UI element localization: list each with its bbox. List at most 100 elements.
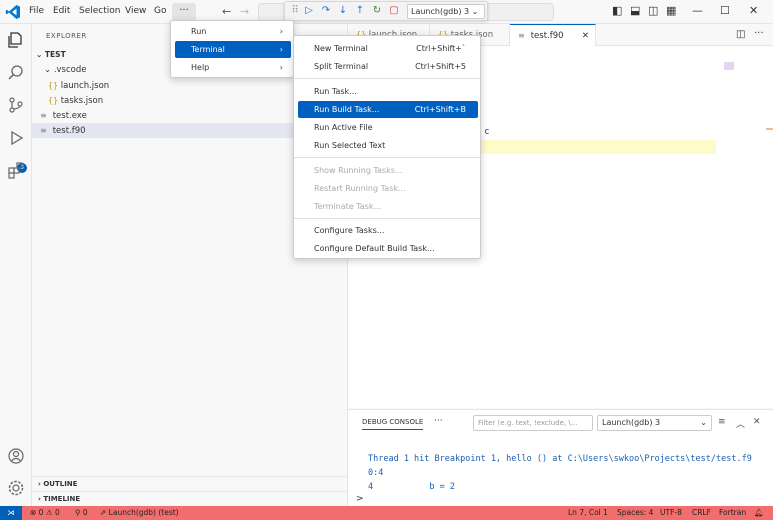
toggle-secondary-sidebar-icon[interactable]: ◫ — [648, 4, 658, 17]
outline-label: OUTLINE — [43, 480, 78, 488]
problems-status[interactable]: ⊗ 0 ⚠ 0 — [30, 506, 60, 520]
file-icon: ≡ — [40, 126, 47, 135]
menu-item-run[interactable]: Run › — [175, 23, 291, 40]
line-ending[interactable]: CRLF — [692, 506, 711, 520]
settings-gear-icon[interactable] — [7, 479, 25, 497]
menu-item-configure-tasks[interactable]: Configure Tasks... — [298, 222, 478, 239]
chevron-right-icon: › — [38, 480, 41, 488]
json-file-icon: {} — [48, 81, 59, 90]
more-actions-icon[interactable]: ··· — [754, 28, 764, 39]
menu-item-run-build-task[interactable]: Run Build Task... Ctrl+Shift+B — [298, 101, 478, 118]
menu-item-shortcut: Ctrl+Shift+5 — [415, 62, 466, 71]
file-icon: ≡ — [40, 111, 47, 120]
stop-icon[interactable]: ▢ — [388, 5, 400, 17]
continue-icon[interactable]: ▷ — [303, 5, 315, 17]
close-panel-icon[interactable]: ✕ — [753, 417, 761, 427]
chevron-right-icon: › — [279, 45, 283, 54]
menu-item-label: Terminal — [191, 45, 225, 54]
source-control-icon[interactable] — [7, 96, 25, 114]
outline-section[interactable]: › OUTLINE — [32, 476, 348, 491]
ports-status[interactable]: ⚲ 0 — [75, 506, 88, 520]
chevron-down-icon: ⌄ — [36, 50, 43, 59]
extensions-icon[interactable] — [7, 161, 25, 179]
tab-test-f90[interactable]: ≡ test.f90 ✕ — [510, 24, 596, 46]
step-into-icon[interactable]: ↓ — [337, 5, 349, 17]
menu-item-label: Terminate Task... — [314, 202, 382, 211]
menu-selection[interactable]: Selection — [79, 6, 120, 16]
warning-count: 0 — [54, 508, 60, 517]
minimize-icon[interactable]: — — [692, 4, 703, 17]
menu-item-run-active-file[interactable]: Run Active File — [298, 119, 478, 136]
notifications-icon[interactable]: 🔔︎ — [754, 506, 764, 520]
split-editor-icon[interactable]: ◫ — [736, 29, 745, 40]
close-tab-icon[interactable]: ✕ — [582, 25, 589, 47]
clear-console-icon[interactable]: ≡ — [718, 417, 726, 427]
menu-item-show-running-tasks: Show Running Tasks... — [298, 162, 478, 179]
status-bar: ⋊ ⊗ 0 ⚠ 0 ⚲ 0 ⇗ Launch(gdb) (test) Ln 7,… — [0, 506, 773, 520]
timeline-label: TIMELINE — [43, 495, 81, 503]
tree-item-label: test.f90 — [52, 126, 86, 136]
menu-view[interactable]: View — [125, 6, 146, 16]
chevron-down-icon: ⌄ — [471, 7, 479, 16]
account-icon[interactable] — [7, 447, 25, 465]
debug-config-select[interactable]: Launch(gdb) 3 ⌄ — [407, 4, 485, 19]
customize-layout-icon[interactable]: ▦ — [666, 4, 676, 17]
debug-toolbar: ⠿ ▷ ↷ ↓ ↑ ↻ ▢ Launch(gdb) 3 ⌄ — [284, 1, 488, 21]
run-debug-icon[interactable] — [7, 129, 25, 147]
maximize-icon[interactable]: ☐ — [720, 4, 730, 17]
drag-handle-icon[interactable]: ⠿ — [289, 5, 301, 17]
menu-separator — [294, 157, 480, 158]
error-count: 0 — [38, 508, 44, 517]
cursor-position[interactable]: Ln 7, Col 1 — [568, 506, 608, 520]
remote-icon[interactable]: ⋊ — [0, 506, 22, 520]
more-menu-button[interactable]: ··· — [172, 3, 196, 21]
forward-arrow-icon[interactable]: → — [240, 5, 249, 18]
tree-item-label: tasks.json — [60, 96, 104, 106]
terminal-submenu: New Terminal Ctrl+Shift+` Split Terminal… — [293, 35, 481, 259]
explorer-icon[interactable] — [7, 31, 25, 49]
chevron-right-icon: › — [38, 495, 41, 503]
maximize-panel-icon[interactable]: ︿ — [736, 417, 745, 430]
menu-item-label: Run — [191, 27, 207, 36]
step-out-icon[interactable]: ↑ — [354, 5, 366, 17]
more-dropdown-menu: Run › Terminal › Help › — [170, 20, 294, 78]
menu-item-label: Split Terminal — [314, 62, 369, 71]
restart-icon[interactable]: ↻ — [371, 5, 383, 17]
scrollbar-marker — [766, 128, 773, 130]
panel-more-icon[interactable]: ··· — [434, 416, 443, 426]
console-config-select[interactable]: Launch(gdb) 3 ⌄ — [597, 415, 712, 431]
menu-edit[interactable]: Edit — [53, 6, 70, 16]
indentation[interactable]: Spaces: 4 — [617, 506, 653, 520]
close-window-icon[interactable]: ✕ — [749, 4, 758, 17]
menu-item-configure-default-build-task[interactable]: Configure Default Build Task... — [298, 240, 478, 257]
toggle-sidebar-icon[interactable]: ◧ — [612, 4, 622, 17]
debug-status[interactable]: ⇗ Launch(gdb) (test) — [100, 506, 179, 520]
tree-item-label: test.exe — [52, 111, 87, 121]
menu-file[interactable]: File — [29, 6, 44, 16]
ports-count: 0 — [82, 508, 88, 517]
timeline-section[interactable]: › TIMELINE — [32, 491, 348, 506]
language-mode[interactable]: Fortran — [719, 506, 746, 520]
menu-item-run-selected-text[interactable]: Run Selected Text — [298, 137, 478, 154]
toggle-panel-icon[interactable]: ⬓ — [630, 4, 640, 17]
encoding[interactable]: UTF-8 — [660, 506, 682, 520]
debug-status-label: Launch(gdb) (test) — [108, 508, 179, 517]
tab-debug-console[interactable]: DEBUG CONSOLE — [362, 418, 424, 430]
console-filter-input[interactable]: Filter (e.g. text, !exclude, \... — [473, 415, 593, 431]
minimap[interactable] — [724, 62, 734, 70]
step-over-icon[interactable]: ↷ — [320, 5, 332, 17]
menu-item-label: Configure Tasks... — [314, 226, 385, 235]
menu-go[interactable]: Go — [154, 6, 166, 16]
debug-console-panel: DEBUG CONSOLE ··· Filter (e.g. text, !ex… — [348, 409, 773, 506]
console-input-prompt[interactable]: > — [356, 494, 364, 504]
tree-item-label: launch.json — [60, 81, 110, 91]
menu-item-help[interactable]: Help › — [175, 59, 291, 76]
search-icon[interactable] — [7, 64, 25, 82]
console-output-line: 4 b = 2 — [368, 482, 455, 492]
back-arrow-icon[interactable]: ← — [222, 5, 231, 18]
menu-item-split-terminal[interactable]: Split Terminal Ctrl+Shift+5 — [298, 58, 478, 75]
menu-item-terminal[interactable]: Terminal › — [175, 41, 291, 58]
menu-item-run-task[interactable]: Run Task... — [298, 83, 478, 100]
menu-item-new-terminal[interactable]: New Terminal Ctrl+Shift+` — [298, 40, 478, 57]
title-bar: File Edit Selection View Go ··· ← → ⠿ ▷ … — [0, 0, 773, 24]
